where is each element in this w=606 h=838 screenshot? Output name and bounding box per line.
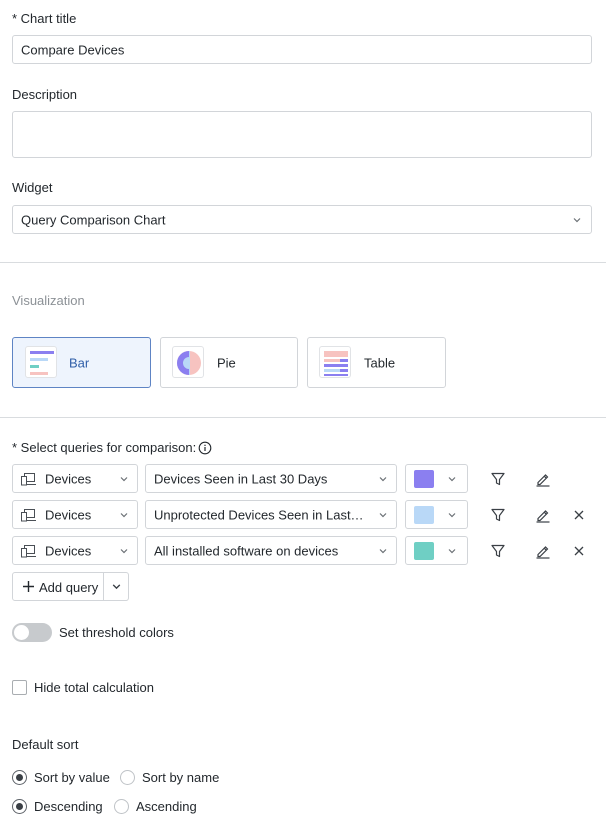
- add-query-menu-button[interactable]: [104, 573, 129, 600]
- descending-label: Descending: [34, 799, 103, 814]
- query-select[interactable]: Unprotected Devices Seen in Last…: [145, 500, 397, 529]
- query-row: Devices All installed software on device…: [0, 536, 606, 565]
- query-type-select[interactable]: Devices: [12, 464, 138, 493]
- query-color-select[interactable]: [405, 536, 468, 565]
- query-row: Devices Devices Seen in Last 30 Days: [0, 464, 606, 493]
- filter-icon[interactable]: [488, 505, 508, 525]
- query-value: All installed software on devices: [154, 543, 339, 558]
- query-type-select[interactable]: Devices: [12, 500, 138, 529]
- query-value: Unprotected Devices Seen in Last…: [154, 507, 364, 522]
- chart-title-value: Compare Devices: [21, 42, 125, 57]
- section-divider: [0, 262, 606, 263]
- visualization-bar-label: Bar: [69, 355, 90, 370]
- chart-title-label: * Chart title: [12, 11, 77, 26]
- plus-icon: [23, 581, 34, 592]
- sort-by-name-radio[interactable]: [120, 770, 135, 785]
- chevron-down-icon: [120, 477, 128, 482]
- description-textarea[interactable]: [12, 111, 592, 158]
- query-color-select[interactable]: [405, 500, 468, 529]
- chevron-down-icon: [120, 549, 128, 554]
- visualization-bar-option[interactable]: Bar: [12, 337, 151, 388]
- widget-value: Query Comparison Chart: [21, 212, 166, 227]
- chevron-down-icon: [573, 218, 581, 223]
- close-icon[interactable]: [569, 505, 589, 525]
- chevron-down-icon: [379, 549, 387, 554]
- close-icon[interactable]: [569, 541, 589, 561]
- section-divider: [0, 417, 606, 418]
- hide-total-label: Hide total calculation: [34, 680, 154, 695]
- chevron-down-icon: [448, 477, 456, 482]
- query-type-value: Devices: [45, 543, 92, 558]
- edit-icon[interactable]: [533, 469, 553, 489]
- devices-icon: [21, 545, 36, 558]
- table-icon: [319, 346, 351, 378]
- query-select[interactable]: All installed software on devices: [145, 536, 397, 565]
- query-type-value: Devices: [45, 471, 92, 486]
- edit-icon[interactable]: [533, 541, 553, 561]
- add-query-split-button: Add query: [12, 572, 129, 601]
- chevron-down-icon: [120, 513, 128, 518]
- visualization-label: Visualization: [12, 293, 85, 308]
- widget-select[interactable]: Query Comparison Chart: [12, 205, 592, 234]
- sort-by-value-radio[interactable]: [12, 770, 27, 785]
- visualization-pie-label: Pie: [217, 355, 236, 370]
- chevron-down-icon: [379, 477, 387, 482]
- visualization-table-label: Table: [364, 355, 396, 370]
- queries-label: * Select queries for comparison:: [12, 440, 197, 455]
- visualization-pie-option[interactable]: Pie: [160, 337, 298, 388]
- chevron-down-icon: [448, 513, 456, 518]
- color-swatch: [414, 470, 434, 488]
- devices-icon: [21, 473, 36, 486]
- add-query-button[interactable]: Add query: [13, 573, 103, 600]
- color-swatch: [414, 506, 434, 524]
- devices-icon: [21, 509, 36, 522]
- color-swatch: [414, 542, 434, 560]
- threshold-label: Set threshold colors: [59, 625, 174, 640]
- query-type-value: Devices: [45, 507, 92, 522]
- edit-icon[interactable]: [533, 505, 553, 525]
- query-value: Devices Seen in Last 30 Days: [154, 471, 328, 486]
- query-row: Devices Unprotected Devices Seen in Last…: [0, 500, 606, 529]
- sort-by-value-label: Sort by value: [34, 770, 110, 785]
- info-icon[interactable]: [198, 441, 212, 455]
- description-label: Description: [12, 87, 78, 102]
- bar-chart-icon: [25, 346, 57, 378]
- chevron-down-icon: [112, 584, 121, 590]
- default-sort-label: Default sort: [12, 737, 79, 752]
- toggle-knob: [14, 625, 29, 640]
- descending-radio[interactable]: [12, 799, 27, 814]
- query-select[interactable]: Devices Seen in Last 30 Days: [145, 464, 397, 493]
- ascending-label: Ascending: [136, 799, 197, 814]
- hide-total-checkbox[interactable]: [12, 680, 27, 695]
- add-query-label: Add query: [39, 580, 99, 595]
- chart-title-input[interactable]: Compare Devices: [12, 35, 592, 64]
- query-color-select[interactable]: [405, 464, 468, 493]
- ascending-radio[interactable]: [114, 799, 129, 814]
- filter-icon[interactable]: [488, 469, 508, 489]
- pie-chart-icon: [172, 346, 204, 378]
- chevron-down-icon: [379, 513, 387, 518]
- sort-by-name-label: Sort by name: [142, 770, 220, 785]
- threshold-toggle[interactable]: [12, 623, 52, 642]
- widget-label: Widget: [12, 180, 53, 195]
- visualization-table-option[interactable]: Table: [307, 337, 446, 388]
- chevron-down-icon: [448, 549, 456, 554]
- query-type-select[interactable]: Devices: [12, 536, 138, 565]
- filter-icon[interactable]: [488, 541, 508, 561]
